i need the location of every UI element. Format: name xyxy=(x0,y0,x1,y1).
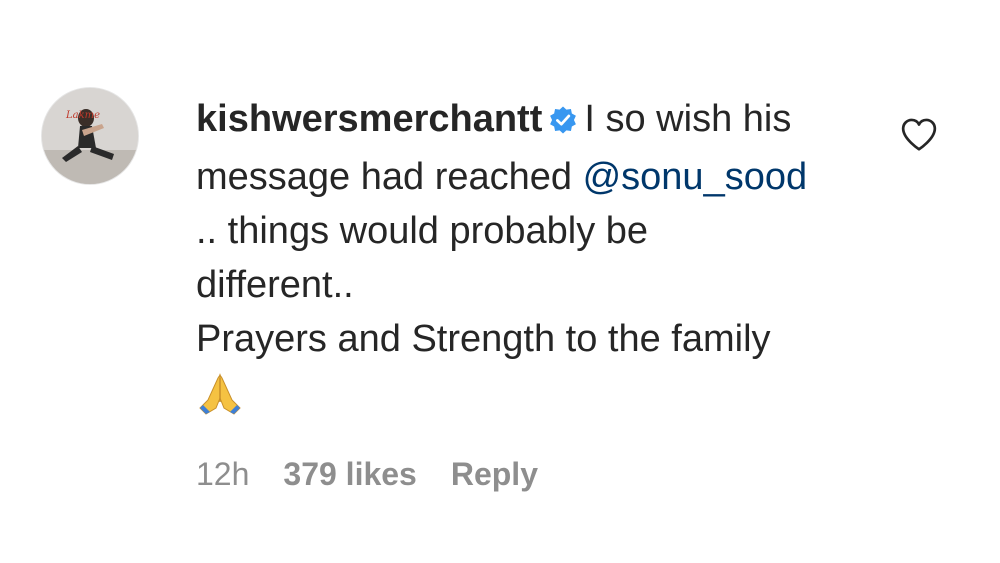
comment-body: kishwersmerchantt I so wish his message h… xyxy=(196,92,876,431)
like-heart-icon[interactable] xyxy=(900,116,938,154)
comment-line-1: kishwersmerchantt I so wish his xyxy=(196,92,876,150)
reply-button[interactable]: Reply xyxy=(451,456,538,492)
verified-badge-icon xyxy=(548,96,578,150)
likes-count[interactable]: 379 likes xyxy=(283,456,416,492)
comment-text-2: message had reached xyxy=(196,156,583,198)
mention-link[interactable]: @sonu_sood xyxy=(583,156,808,198)
comment-line-4: different.. xyxy=(196,264,354,306)
comment-line-5: Prayers and Strength to the family xyxy=(196,318,771,360)
timestamp[interactable]: 12h xyxy=(196,456,249,492)
comment-line-3: .. things would probably be xyxy=(196,210,649,252)
comment-line-2: message had reached @sonu_sood xyxy=(196,150,876,204)
avatar-image: Lakme xyxy=(42,88,138,184)
username-link[interactable]: kishwersmerchantt xyxy=(196,98,542,140)
folded-hands-icon xyxy=(196,372,244,431)
avatar-caption: Lakme xyxy=(65,110,100,121)
avatar[interactable]: Lakme xyxy=(42,88,138,184)
comment-text-1: I so wish his xyxy=(584,98,792,140)
comment-item: Lakme kishwersmerchantt I so wish his mes… xyxy=(0,0,1000,563)
comment-meta: 12h 379 likes Reply xyxy=(196,456,572,493)
